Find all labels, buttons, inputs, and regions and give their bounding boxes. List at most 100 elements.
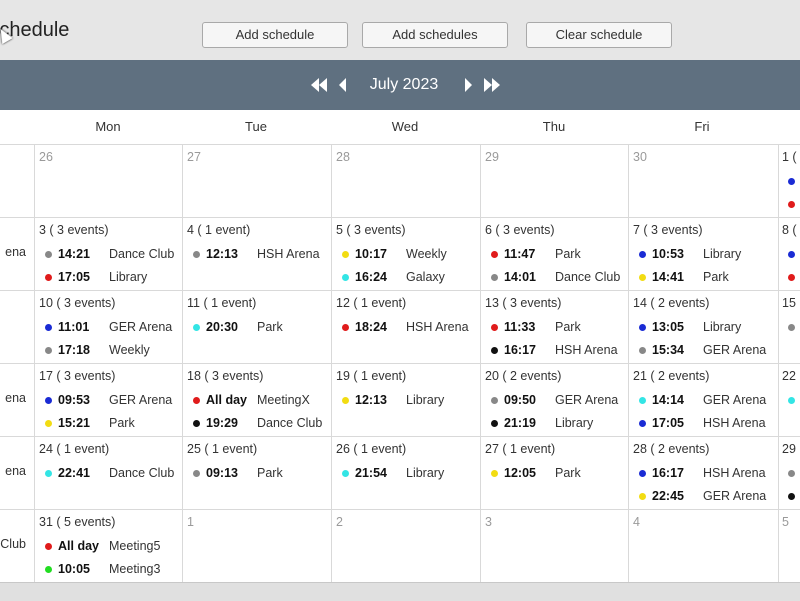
event-title: GER Arena [703, 489, 767, 503]
event-time: All day [58, 539, 99, 553]
event-dot-icon [45, 274, 52, 281]
day-cell[interactable]: 26 ( 1 event) 21:54 Library [332, 437, 479, 509]
day-date-label: 19 ( 1 event) [336, 369, 407, 383]
event-dot-icon [342, 251, 349, 258]
day-cell[interactable]: 27 ( 1 event) 12:05 Park [481, 437, 628, 509]
day-cell[interactable]: 2 [332, 510, 479, 582]
day-cell[interactable]: 19 ( 1 event) 12:13 Library [332, 364, 479, 436]
event-title: Park [109, 416, 135, 430]
event-title: Meeting3 [109, 562, 161, 576]
next-month-icon[interactable] [460, 60, 476, 110]
event-title: Weekly [109, 343, 150, 357]
horizontal-scrollbar[interactable] [0, 582, 800, 601]
event-dot-icon [45, 397, 52, 404]
day-cell[interactable]: 30 [629, 145, 776, 217]
day-cell[interactable]: 4 ( 1 event) 12:13 HSH Arena [183, 218, 330, 290]
day-cell[interactable]: 24 ( 1 event) 22:41 Dance Club [35, 437, 182, 509]
day-cell[interactable]: 11 ( 1 event) 20:30 Park [183, 291, 330, 363]
event-dot-icon [491, 347, 498, 354]
day-date-label: 12 ( 1 event) [336, 296, 407, 310]
day-cell[interactable]: 31 ( 5 events) All day Meeting5 10:05 Meetin… [35, 510, 182, 582]
day-cell[interactable]: 5 ( 3 events) 10:17 Weekly 16:24 Galaxy [332, 218, 479, 290]
day-date-label: 7 ( 3 events) [633, 223, 703, 237]
event-dot-icon [342, 274, 349, 281]
add-schedules-button[interactable]: Add schedules [362, 22, 508, 48]
day-cell[interactable]: 17 ( 3 events) 09:53 GER Arena 15:21 Park [35, 364, 182, 436]
day-cell[interactable]: 26 [35, 145, 182, 217]
day-date-label: 29 [485, 150, 499, 164]
day-date-label: 27 ( 1 event) [485, 442, 556, 456]
event-dot-icon [193, 397, 200, 404]
prev-year-icon[interactable] [308, 60, 330, 110]
clear-schedule-button[interactable]: Clear schedule [526, 22, 672, 48]
day-date-label: 3 [485, 515, 492, 529]
event-title: GER Arena [703, 393, 767, 407]
day-date-label: 24 ( 1 event) [39, 442, 110, 456]
day-cell[interactable]: 7 ( 3 events) 10:53 Library 14:41 Park [629, 218, 776, 290]
day-cell[interactable]: 14 ( 2 events) 13:05 Library 15:34 GER Arena [629, 291, 776, 363]
event-time: 11:33 [504, 320, 536, 334]
event-time: All day [206, 393, 247, 407]
event-title: MeetingX [257, 393, 310, 407]
event-dot-icon [491, 324, 498, 331]
event-title: Dance Club [555, 270, 621, 284]
day-cell[interactable]: 18 ( 3 events) All day MeetingX 19:29 Dance … [183, 364, 330, 436]
event-title: Dance Club [257, 416, 323, 430]
day-cell[interactable]: 13 ( 3 events) 11:33 Park 16:17 HSH Arena [481, 291, 628, 363]
event-dot-icon [342, 470, 349, 477]
event-time: 11:01 [58, 320, 90, 334]
month-label: July 2023 [369, 76, 439, 93]
event-time: 15:34 [652, 343, 684, 357]
event-time: 12:13 [206, 247, 238, 261]
day-cell[interactable]: 29 [481, 145, 628, 217]
day-cell[interactable]: 25 ( 1 event) 09:13 Park [183, 437, 330, 509]
add-schedule-button[interactable]: Add schedule [202, 22, 348, 48]
day-cell[interactable]: 10 ( 3 events) 11:01 GER Arena 17:18 Weekly [35, 291, 182, 363]
day-date-label: 20 ( 2 events) [485, 369, 562, 383]
event-time: 09:13 [206, 466, 238, 480]
day-date-label: 2 [336, 515, 343, 529]
saturday-date-partial: 15 [782, 296, 796, 310]
event-title: Meeting5 [109, 539, 161, 553]
day-date-label: 6 ( 3 events) [485, 223, 555, 237]
saturday-date-partial: 8 ( [782, 223, 797, 237]
event-time: 17:05 [58, 270, 90, 284]
day-cell[interactable]: 6 ( 3 events) 11:47 Park 14:01 Dance Club [481, 218, 628, 290]
weekday-header-wed: Wed [391, 119, 419, 134]
day-date-label: 5 ( 3 events) [336, 223, 406, 237]
saturday-event-dot-icon [788, 251, 795, 258]
saturday-event-dot-icon [788, 324, 795, 331]
day-cell[interactable]: 3 ( 3 events) 14:21 Dance Club 17:05 Library [35, 218, 182, 290]
event-time: 14:21 [58, 247, 90, 261]
day-cell[interactable]: 21 ( 2 events) 14:14 GER Arena 17:05 HSH Are… [629, 364, 776, 436]
event-dot-icon [45, 251, 52, 258]
day-cell[interactable]: 4 [629, 510, 776, 582]
day-cell[interactable]: 28 ( 2 events) 16:17 HSH Arena 22:45 GER Are… [629, 437, 776, 509]
event-dot-icon [45, 566, 52, 573]
event-time: 21:19 [504, 416, 536, 430]
day-cell[interactable]: 12 ( 1 event) 18:24 HSH Arena [332, 291, 479, 363]
saturday-date-partial: 22 [782, 369, 796, 383]
next-year-icon[interactable] [481, 60, 503, 110]
event-dot-icon [45, 543, 52, 550]
event-title: Dance Club [109, 466, 175, 480]
day-cell[interactable]: 3 [481, 510, 628, 582]
event-dot-icon [491, 420, 498, 427]
prev-month-icon[interactable] [334, 60, 350, 110]
day-cell[interactable]: 20 ( 2 events) 09:50 GER Arena 21:19 Library [481, 364, 628, 436]
event-title: GER Arena [109, 320, 173, 334]
day-date-label: 10 ( 3 events) [39, 296, 116, 310]
day-date-label: 21 ( 2 events) [633, 369, 710, 383]
day-cell[interactable]: 28 [332, 145, 479, 217]
event-dot-icon [342, 397, 349, 404]
day-date-label: 4 [633, 515, 640, 529]
day-cell[interactable]: 27 [183, 145, 330, 217]
day-date-label: 4 ( 1 event) [187, 223, 251, 237]
day-cell[interactable]: 1 [183, 510, 330, 582]
event-title: HSH Arena [555, 343, 618, 357]
day-date-label: 31 ( 5 events) [39, 515, 116, 529]
saturday-event-dot-icon [788, 201, 795, 208]
event-time: 12:13 [355, 393, 387, 407]
event-title: Park [555, 320, 581, 334]
sunday-event-partial: ena [5, 391, 26, 405]
